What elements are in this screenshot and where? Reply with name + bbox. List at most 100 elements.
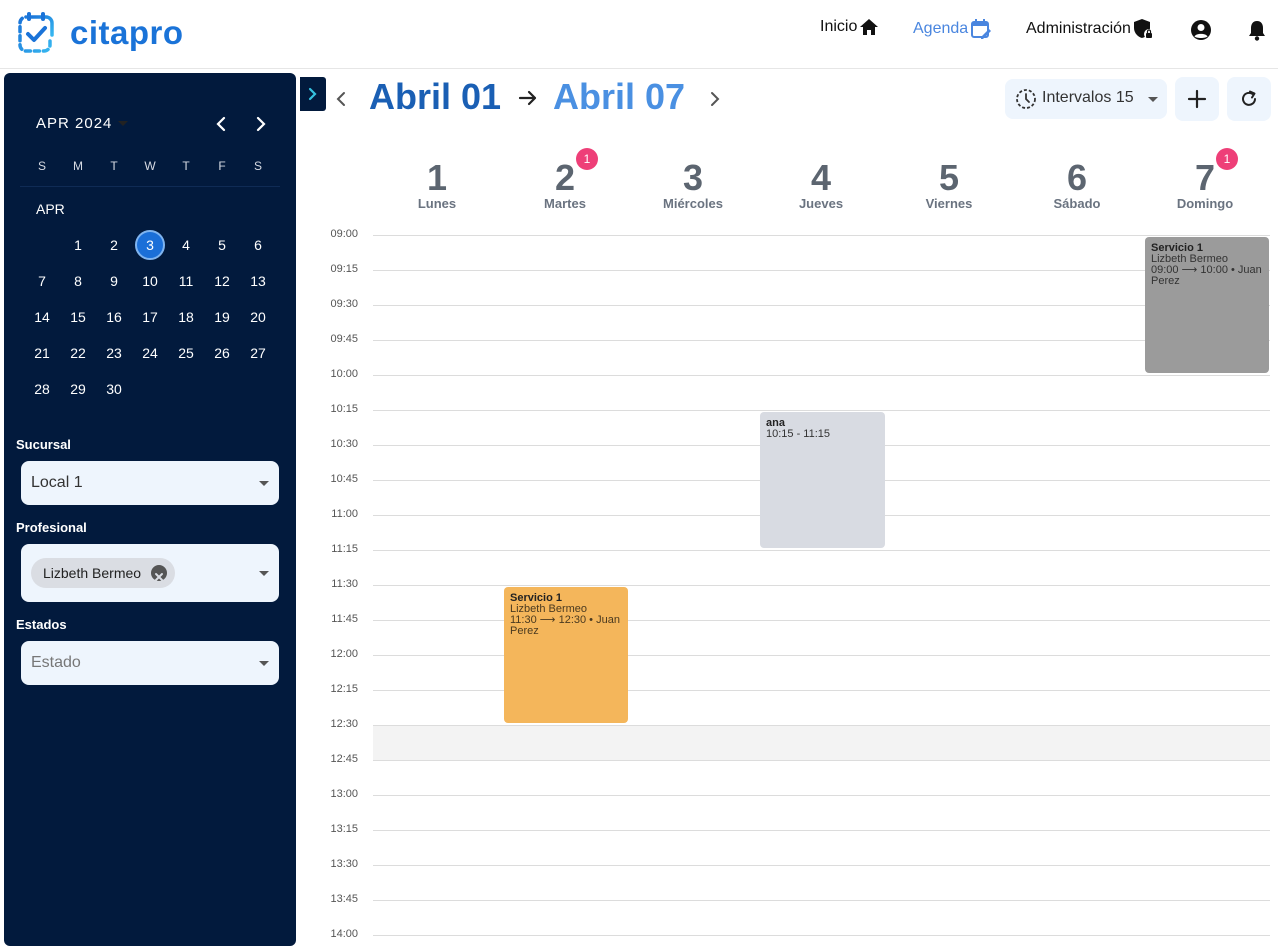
calendar-day[interactable]: 16 <box>99 302 129 332</box>
calendar-day[interactable]: 5 <box>207 230 237 260</box>
calendar-day[interactable]: 1 <box>63 230 93 260</box>
calendar-day[interactable]: 13 <box>243 266 273 296</box>
time-slot-label: 10:00 <box>330 368 358 380</box>
time-slot-label: 09:00 <box>330 228 358 240</box>
profesional-select[interactable]: Lizbeth Bermeo <box>21 544 279 602</box>
day-name: Viernes <box>925 196 973 211</box>
estados-select[interactable]: Estado <box>21 641 279 685</box>
time-slot-label: 12:45 <box>330 753 358 765</box>
calendar-day[interactable]: 11 <box>171 266 201 296</box>
calendar-day[interactable]: 6 <box>243 230 273 260</box>
time-slot-label: 09:30 <box>330 298 358 310</box>
sidebar-toggle-button[interactable] <box>300 77 326 111</box>
sidebar: APR 2024 SMTWTFS APR 1 2 3 4 5 6 7 8 9 10 11 12 13 14… <box>4 73 296 946</box>
calendar-day[interactable]: 3 <box>135 230 165 260</box>
calendar-day[interactable]: 27 <box>243 338 273 368</box>
calendar-day[interactable]: 17 <box>135 302 165 332</box>
time-grid-line <box>373 760 1270 761</box>
day-name: Miércoles <box>663 196 723 211</box>
day-column-header[interactable]: 4 Jueves <box>757 158 885 212</box>
interval-select[interactable]: Intervalos 15 <box>1005 79 1167 119</box>
time-grid-line <box>373 550 1270 551</box>
calendar-day[interactable]: 19 <box>207 302 237 332</box>
interval-label: Intervalos 15 <box>1042 89 1134 106</box>
calendar-month-year-label: APR 2024 <box>36 115 113 132</box>
remove-chip-icon[interactable] <box>151 565 168 581</box>
time-slot-label: 13:15 <box>330 823 358 835</box>
chevron-right-icon <box>308 87 317 101</box>
chevron-down-icon <box>118 121 129 126</box>
calendar-day[interactable]: 28 <box>27 374 57 404</box>
time-grid-line <box>373 585 1270 586</box>
nav-agenda[interactable]: Agenda <box>913 18 992 40</box>
appointment-card[interactable]: ana 10:15 - 11:15 <box>760 412 885 548</box>
profesional-chip: Lizbeth Bermeo <box>31 558 176 588</box>
time-grid-line <box>373 375 1270 376</box>
sucursal-select[interactable]: Local 1 <box>21 461 279 505</box>
user-account-button[interactable] <box>1190 19 1212 41</box>
calendar-day[interactable]: 7 <box>27 266 57 296</box>
chevron-right-icon[interactable] <box>252 114 270 134</box>
range-end-date: Abril 07 <box>553 76 686 117</box>
chevron-left-icon[interactable] <box>212 114 230 134</box>
refresh-button[interactable] <box>1227 77 1271 121</box>
time-slot-label: 12:00 <box>330 648 358 660</box>
day-column-header[interactable]: 3 Miércoles <box>629 158 757 212</box>
next-week-chevron-icon[interactable] <box>708 90 722 108</box>
calendar-day[interactable]: 9 <box>99 266 129 296</box>
time-slot-label: 11:30 <box>331 578 358 590</box>
calendar-day[interactable]: 20 <box>243 302 273 332</box>
calendar-day[interactable]: 30 <box>99 374 129 404</box>
calendar-day[interactable]: 4 <box>171 230 201 260</box>
calendar-day[interactable]: 23 <box>99 338 129 368</box>
prev-week-chevron-icon[interactable] <box>334 90 348 108</box>
calendar-day[interactable]: 26 <box>207 338 237 368</box>
sucursal-label: Sucursal <box>16 437 71 452</box>
calendar-day[interactable]: 25 <box>171 338 201 368</box>
day-column-header[interactable]: 6 Sábado <box>1013 158 1141 212</box>
time-slot-label: 11:45 <box>331 613 358 625</box>
calendar-day[interactable]: 10 <box>135 266 165 296</box>
nav-administracion[interactable]: Administración <box>1026 18 1155 40</box>
calendar-month-year-select[interactable]: APR 2024 <box>36 115 129 132</box>
weekday-header: F <box>218 159 226 173</box>
day-column-header[interactable]: 2 Martes <box>501 158 629 212</box>
weekday-header: W <box>144 159 156 173</box>
day-column-header[interactable]: 1 Lunes <box>373 157 501 212</box>
calendar-day[interactable]: 14 <box>27 302 57 332</box>
time-grid-line <box>373 725 1270 726</box>
calendar-day[interactable]: 18 <box>171 302 201 332</box>
appointment-card[interactable]: Servicio 1 Lizbeth Bermeo 09:00 ⟶ 10:00 … <box>1145 237 1269 373</box>
add-appointment-button[interactable] <box>1175 77 1219 121</box>
calendar-day[interactable]: 15 <box>63 302 93 332</box>
day-column-header[interactable]: 7 Domingo <box>1141 158 1269 212</box>
weekday-header: M <box>73 159 83 173</box>
appointment-time: 10:15 - 11:15 <box>766 428 831 440</box>
nav-inicio[interactable]: Inicio <box>820 18 879 36</box>
brand-logo[interactable]: citapro <box>16 11 184 55</box>
refresh-icon <box>1242 90 1256 106</box>
calendar-day[interactable]: 24 <box>135 338 165 368</box>
time-slot-label: 09:15 <box>330 263 358 275</box>
calendar-day[interactable]: 8 <box>63 266 93 296</box>
shield-lock-icon <box>1133 19 1154 39</box>
calendar-day[interactable]: 22 <box>63 338 93 368</box>
time-grid-line <box>373 830 1270 831</box>
time-slot-label: 13:30 <box>330 858 358 870</box>
clock-icon <box>1016 89 1036 109</box>
appointment-count-badge: 1 <box>1216 148 1238 170</box>
calendar-day[interactable]: 21 <box>27 338 57 368</box>
dropdown-arrow-icon <box>1148 97 1158 102</box>
day-name: Martes <box>544 196 586 211</box>
calendar-day[interactable]: 29 <box>63 374 93 404</box>
day-name: Sábado <box>1053 196 1101 211</box>
day-number: 1 <box>426 157 448 198</box>
calendar-day[interactable]: 12 <box>207 266 237 296</box>
calendar-day[interactable]: 2 <box>99 230 129 260</box>
time-grid-line <box>373 410 1270 411</box>
notifications-button[interactable] <box>1247 19 1267 41</box>
weekday-header: T <box>182 159 190 173</box>
appointment-card[interactable]: Servicio 1 Lizbeth Bermeo 11:30 ⟶ 12:30 … <box>504 587 628 723</box>
day-column-header[interactable]: 5 Viernes <box>885 158 1013 212</box>
dropdown-arrow-icon <box>259 661 269 666</box>
